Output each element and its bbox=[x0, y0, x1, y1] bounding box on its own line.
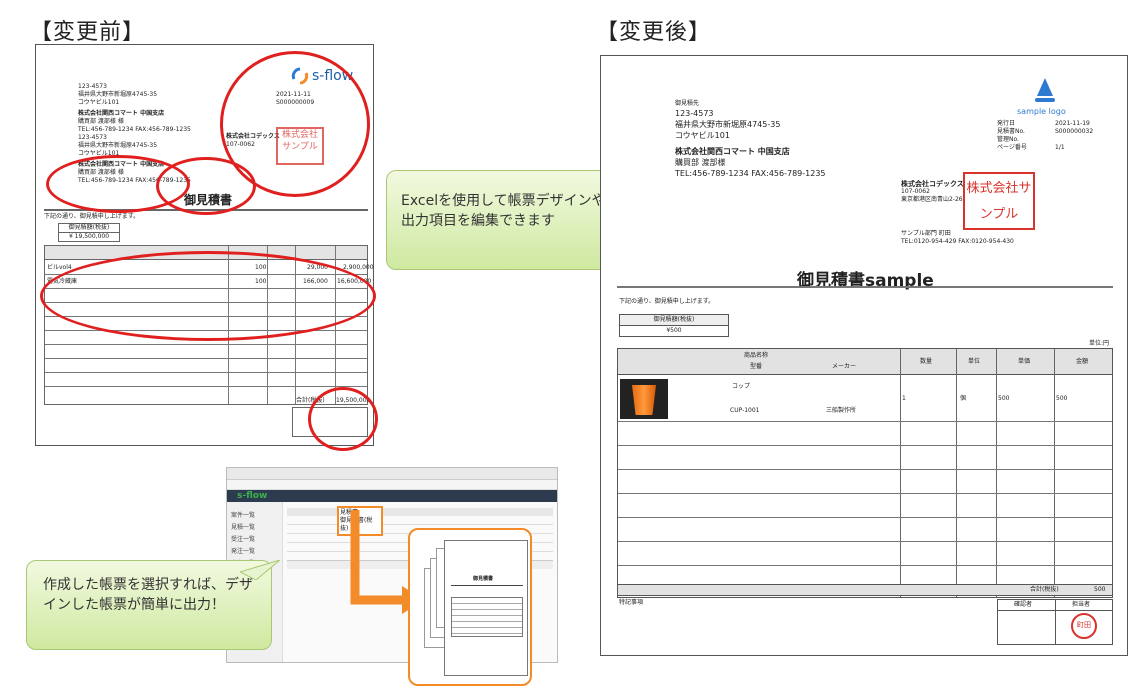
after-remarks: 特記事項 bbox=[619, 599, 644, 606]
col-header: 単価 bbox=[1018, 358, 1031, 365]
before-intro: 下記の通り、御見積申し上げます。 bbox=[44, 213, 140, 220]
item-price: 500 bbox=[998, 395, 1010, 402]
before-total-box: 御見積額(税抜) ¥ 19,500,000 bbox=[58, 223, 120, 242]
browser-tabbar bbox=[227, 468, 557, 480]
col-header: 型番 bbox=[750, 363, 763, 370]
after-sum-value: 500 bbox=[1094, 586, 1106, 593]
after-label: 【変更後】 bbox=[596, 20, 712, 45]
item-amount: 500 bbox=[1056, 395, 1068, 402]
sidebar-item[interactable]: 見積一覧 bbox=[231, 524, 278, 536]
app-brand: s-flow bbox=[237, 491, 268, 501]
sidebar-item[interactable]: 受注一覧 bbox=[231, 536, 278, 548]
after-title-rule bbox=[617, 286, 1113, 288]
col-header: 金額 bbox=[1076, 358, 1089, 365]
after-sum-label: 合計(税抜) bbox=[1030, 586, 1059, 593]
browser-addressbar[interactable] bbox=[227, 480, 557, 490]
col-header: 数量 bbox=[920, 358, 933, 365]
after-table-header bbox=[618, 349, 1112, 375]
highlight-oval-stamp bbox=[308, 387, 378, 451]
after-document: 御見積先 123-4573 福井県大野市新堀原4745-35 コウヤビル101 … bbox=[600, 55, 1128, 656]
sidebar-item[interactable]: 案件一覧 bbox=[231, 512, 278, 524]
sailboat-logo-icon bbox=[1035, 78, 1055, 102]
after-unit-note: 単位:円 bbox=[1089, 340, 1110, 347]
col-header: メーカー bbox=[832, 363, 857, 370]
after-items-table: 商品名称 型番 メーカー 数量 単位 単価 金額 コップ CUP-1001 三船… bbox=[617, 348, 1113, 598]
before-label: 【変更前】 bbox=[30, 20, 146, 45]
after-issuer-contact: サンプル部門 町田 TEL:0120-954-429 FAX:0120-954-… bbox=[901, 230, 1014, 245]
sidebar-item[interactable]: 発注一覧 bbox=[231, 548, 278, 560]
highlight-oval-issuer bbox=[156, 157, 256, 215]
after-stamp-box: 確認者 担当者 町田 bbox=[997, 599, 1113, 645]
after-company-seal: 株式会社サンプル bbox=[963, 172, 1035, 230]
after-issuer: 株式会社コデックス 107-0062 東京都港区南青山2-26 bbox=[901, 180, 964, 203]
after-recipient: 御見積先 123-4573 福井県大野市新堀原4745-35 コウヤビル101 … bbox=[675, 100, 826, 178]
callout-tail-select bbox=[240, 560, 280, 580]
col-header: 単位 bbox=[968, 358, 981, 365]
col-header: 商品名称 bbox=[744, 352, 769, 359]
item-maker: 三船製作所 bbox=[826, 407, 857, 414]
printed-forms-frame: 御見積書 bbox=[408, 528, 532, 686]
cup-image bbox=[620, 379, 668, 419]
after-logo-text: sample logo bbox=[1017, 107, 1066, 116]
item-name: コップ bbox=[732, 383, 751, 390]
after-sum-row: 合計(税抜) 500 bbox=[617, 584, 1113, 596]
callout-select: 作成した帳票を選択すれば、デザインした帳票が簡単に出力！ bbox=[26, 560, 272, 650]
after-charge-label: 担当者 bbox=[1072, 601, 1091, 608]
item-unit: 個 bbox=[960, 395, 967, 402]
after-total-box: 御見積額(税抜) ¥500 bbox=[619, 314, 729, 337]
callout-excel: Excelを使用して帳票デザインや出力項目を編集できます bbox=[386, 170, 618, 270]
item-model: CUP-1001 bbox=[730, 407, 760, 414]
after-intro: 下記の通り、御見積申し上げます。 bbox=[619, 298, 715, 305]
highlight-oval-table bbox=[40, 251, 376, 341]
before-document: 123-4573 福井県大野市新堀原4745-35 コウヤビル101 株式会社関… bbox=[35, 44, 378, 451]
item-qty: 1 bbox=[902, 395, 906, 402]
person-stamp: 町田 bbox=[1071, 613, 1097, 639]
after-meta: 発行日 2021-11-19 見積書No. S000000032 管理No. ページ… bbox=[997, 120, 1094, 151]
after-confirm-label: 確認者 bbox=[1014, 601, 1033, 608]
mini-form: 御見積書 bbox=[444, 540, 528, 676]
